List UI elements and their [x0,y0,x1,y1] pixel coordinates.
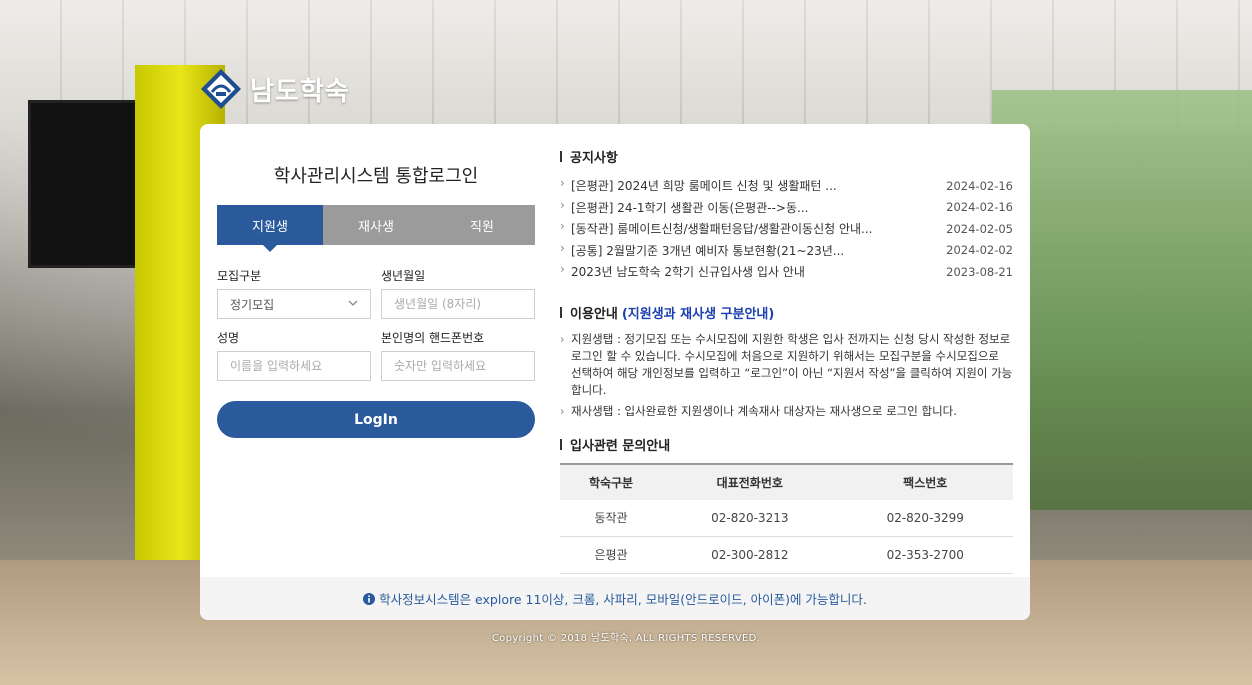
recruit-select-value: 정기모집 [230,297,275,312]
recruit-field: 모집구분 정기모집 [217,267,371,319]
copyright: Copyright © 2018 남도학숙. ALL RIGHTS RESERV… [491,633,761,644]
info-panel: 공지사항 [은평관] 2024년 희망 룸메이트 신청 및 생활패턴 ...20… [560,124,1013,574]
contact-section: 입사관련 문의안내 학숙구분 대표전화번호 팩스번호 동작관 02-820-32… [560,435,1013,574]
logo-mark-icon [201,69,241,109]
login-panel: 학사관리시스템 통합로그인 지원생 재사생 직원 모집구분 정기모집 생년월일 [217,124,535,438]
name-label: 성명 [217,331,240,345]
phone-field: 본인명의 핸드폰번호 [381,329,535,381]
browser-support-note: 학사정보시스템은 explore 11이상, 크롬, 사파리, 모바일(안드로이… [200,577,1030,620]
usage-title: 이용안내 (지원생과 재사생 구분안내) [560,303,1013,322]
logo-text: 남도학숙 [250,76,350,107]
logo: 남도학숙 [200,68,350,110]
phone-label: 본인명의 핸드폰번호 [381,331,485,345]
birth-label: 생년월일 [381,269,426,283]
recruit-select[interactable]: 정기모집 [217,289,371,319]
notice-item[interactable]: [동작관] 룸메이트신청/생활패턴응답/생활관이동신청 안내...2024-02… [560,218,1013,240]
usage-item: 지원생탭 : 정기모집 또는 수시모집에 지원한 학생은 입사 전까지는 신청 … [560,331,1013,399]
info-icon [363,592,376,605]
recruit-label: 모집구분 [217,269,262,283]
notice-item[interactable]: [은평관] 24-1학기 생활관 이동(은평관-->동...2024-02-16 [560,197,1013,219]
table-header-row: 학숙구분 대표전화번호 팩스번호 [560,462,1013,500]
notice-list: [은평관] 2024년 희망 룸메이트 신청 및 생활패턴 ...2024-02… [560,175,1013,283]
login-button[interactable]: LogIn [217,401,535,438]
tab-staff[interactable]: 직원 [429,205,535,245]
table-row: 은평관 02-300-2812 02-353-2700 [560,536,1013,574]
login-tabs: 지원생 재사생 직원 [217,205,535,252]
chevron-down-icon [348,300,358,306]
login-title: 학사관리시스템 통합로그인 [273,166,479,187]
login-form: 모집구분 정기모집 생년월일 성명 본인명의 핸드폰번호 [217,267,535,381]
contact-table: 학숙구분 대표전화번호 팩스번호 동작관 02-820-3213 02-820-… [560,462,1013,574]
notice-item[interactable]: [은평관] 2024년 희망 룸메이트 신청 및 생활패턴 ...2024-02… [560,175,1013,197]
phone-input[interactable] [381,351,535,381]
table-row: 동작관 02-820-3213 02-820-3299 [560,499,1013,537]
notice-item[interactable]: [공통] 2월말기준 3개년 예비자 통보현황(21~23년...2024-02… [560,240,1013,262]
usage-highlight: (지원생과 재사생 구분안내) [621,306,775,322]
notice-item[interactable]: 2023년 남도학숙 2학기 신규입사생 입사 안내2023-08-21 [560,261,1013,283]
usage-list: 지원생탭 : 정기모집 또는 수시모집에 지원한 학생은 입사 전까지는 신청 … [560,331,1013,420]
name-input[interactable] [217,351,371,381]
tab-resident[interactable]: 재사생 [323,205,429,245]
name-field: 성명 [217,329,371,381]
notice-title: 공지사항 [560,147,1013,166]
login-card: 학사관리시스템 통합로그인 지원생 재사생 직원 모집구분 정기모집 생년월일 [200,124,1030,620]
background-window [992,90,1252,510]
birth-field: 생년월일 [381,267,535,319]
usage-section: 이용안내 (지원생과 재사생 구분안내) 지원생탭 : 정기모집 또는 수시모집… [560,303,1013,420]
birth-input[interactable] [381,289,535,319]
contact-title: 입사관련 문의안내 [560,435,1013,454]
usage-item: 재사생탭 : 입사완료한 지원생이나 계속재사 대상자는 재사생으로 로그인 합… [560,403,1013,420]
tab-applicant[interactable]: 지원생 [217,205,323,252]
notice-section: 공지사항 [은평관] 2024년 희망 룸메이트 신청 및 생활패턴 ...20… [560,147,1013,283]
